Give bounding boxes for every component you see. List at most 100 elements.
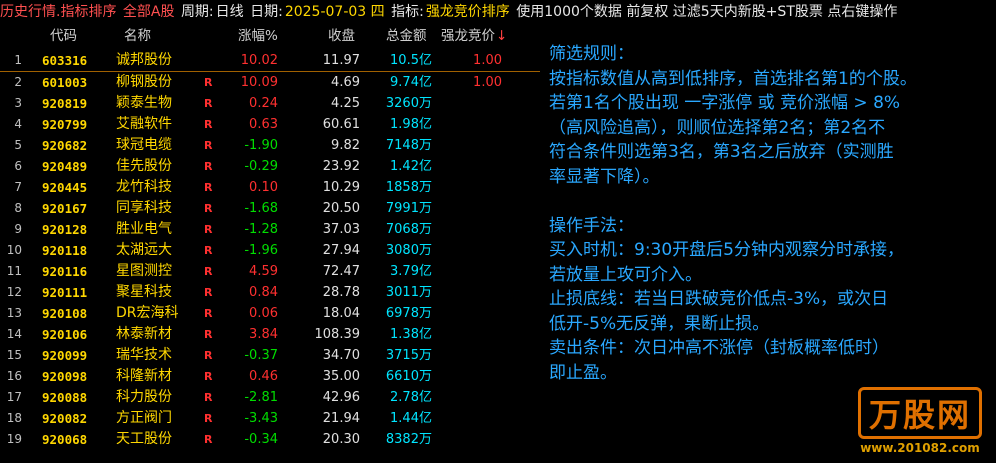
table-row[interactable]: 18 920082 方正阀门 R -3.43 21.94 1.44亿 <box>0 408 540 429</box>
row-index: 14 <box>6 327 22 341</box>
amount-value: 10.5 <box>390 53 419 68</box>
margin-flag: R <box>204 349 213 362</box>
title-bar: 历史行情.指标排序 全部A股 周期: 日线 日期: 2025-07-03 四 指标:… <box>0 0 996 24</box>
table-row[interactable]: 2 601003 柳钢股份 R 10.09 4.69 9.74亿 1.00 <box>0 72 540 93</box>
margin-flag: R <box>204 433 213 446</box>
table-row[interactable]: 10 920118 太湖远大 R -1.96 27.94 3080万 <box>0 240 540 261</box>
amount-unit: 万 <box>418 243 432 258</box>
change-percent: -1.90 <box>244 138 278 153</box>
close-price: 37.03 <box>322 222 360 237</box>
table-row[interactable]: 4 920799 艾融软件 R 0.63 60.61 1.98亿 <box>0 114 540 135</box>
total-amount: 7991万 <box>368 198 432 219</box>
stock-code: 920819 <box>42 96 88 111</box>
change-percent: 10.09 <box>240 75 278 90</box>
operation-line: 止损底线：若当日跌破竞价低点-3%，或次日 <box>549 289 889 309</box>
stock-code: 920088 <box>42 390 88 405</box>
table-row[interactable]: 6 920489 佳先股份 R -0.29 23.92 1.42亿 <box>0 156 540 177</box>
amount-value: 2.78 <box>390 390 419 405</box>
row-index: 4 <box>14 117 22 131</box>
amount-unit: 万 <box>418 138 432 153</box>
breadcrumb[interactable]: 历史行情.指标排序 <box>0 4 116 20</box>
table-row[interactable]: 9 920128 胜业电气 R -1.28 37.03 7068万 <box>0 219 540 240</box>
rank-value: 1.00 <box>473 75 502 90</box>
stock-code: 920489 <box>42 159 88 174</box>
amount-unit: 亿 <box>418 327 432 342</box>
row-index: 15 <box>6 348 22 362</box>
total-amount: 8382万 <box>368 429 432 450</box>
change-percent: 10.02 <box>240 53 278 68</box>
table-row[interactable]: 12 920111 聚星科技 R 0.84 28.78 3011万 <box>0 282 540 303</box>
row-index: 12 <box>6 285 22 299</box>
amount-value: 1.38 <box>390 327 419 342</box>
stock-name: 科力股份 <box>116 389 172 405</box>
close-price: 35.00 <box>322 369 360 384</box>
col-code[interactable]: 代码 <box>50 26 77 46</box>
filter-line: 按指标数值从高到低排序，首选排名第1的个股。 <box>549 68 917 89</box>
stock-code: 920099 <box>42 348 88 363</box>
row-index: 10 <box>6 243 22 257</box>
row-index: 6 <box>14 159 22 173</box>
period-value[interactable]: 日线 <box>216 4 244 20</box>
stock-name: 艾融软件 <box>116 116 172 132</box>
col-amount[interactable]: 总金额 <box>386 26 427 46</box>
table-row[interactable]: 1 603316 诚邦股份 10.02 11.97 10.5亿 1.00 <box>0 50 540 72</box>
sort-desc-icon[interactable]: ↓ <box>496 26 507 46</box>
table-row[interactable]: 5 920682 球冠电缆 R -1.90 9.82 7148万 <box>0 135 540 156</box>
amount-unit: 亿 <box>418 117 432 132</box>
col-change[interactable]: 涨幅% <box>238 26 278 46</box>
close-price: 72.47 <box>322 264 360 279</box>
stock-code: 601003 <box>42 75 88 90</box>
table-row[interactable]: 7 920445 龙竹科技 R 0.10 10.29 1858万 <box>0 177 540 198</box>
change-percent: 0.06 <box>249 306 278 321</box>
table-row[interactable]: 11 920116 星图测控 R 4.59 72.47 3.79亿 <box>0 261 540 282</box>
amount-value: 3080 <box>385 243 419 258</box>
amount-value: 1.42 <box>390 159 419 174</box>
row-index: 2 <box>14 75 22 89</box>
stock-name: 瑞华技术 <box>116 347 172 363</box>
table-row[interactable]: 17 920088 科力股份 R -2.81 42.96 2.78亿 <box>0 387 540 408</box>
stock-name: 胜业电气 <box>116 221 172 237</box>
close-price: 20.50 <box>322 201 360 216</box>
options-text: 使用1000个数据 前复权 过滤5天内新股+ST股票 点右键操作 <box>516 4 898 20</box>
total-amount: 7068万 <box>368 219 432 240</box>
close-price: 11.97 <box>322 53 360 68</box>
margin-flag: R <box>204 328 213 341</box>
col-name[interactable]: 名称 <box>124 26 151 46</box>
market-selector[interactable]: 全部A股 <box>123 4 175 20</box>
change-percent: -0.29 <box>244 159 278 174</box>
amount-value: 7068 <box>385 222 419 237</box>
total-amount: 1.38亿 <box>368 324 432 345</box>
table-row[interactable]: 8 920167 同享科技 R -1.68 20.50 7991万 <box>0 198 540 219</box>
table-row[interactable]: 19 920068 天工股份 R -0.34 20.30 8382万 <box>0 429 540 450</box>
amount-unit: 亿 <box>418 53 432 68</box>
table-row[interactable]: 15 920099 瑞华技术 R -0.37 34.70 3715万 <box>0 345 540 366</box>
col-close[interactable]: 收盘 <box>328 26 355 46</box>
stock-code: 920098 <box>42 369 88 384</box>
total-amount: 1.44亿 <box>368 408 432 429</box>
operation-line: 低开-5%无反弹，果断止损。 <box>549 313 770 334</box>
row-index: 7 <box>14 180 22 194</box>
amount-value: 6610 <box>385 369 419 384</box>
total-amount: 1.98亿 <box>368 114 432 135</box>
table-row[interactable]: 14 920106 林泰新材 R 3.84 108.39 1.38亿 <box>0 324 540 345</box>
date-label: 日期: <box>250 4 283 20</box>
row-index: 11 <box>6 264 22 278</box>
row-index: 13 <box>6 306 22 320</box>
total-amount: 2.78亿 <box>368 387 432 408</box>
watermark: 万股网 www.201082.com <box>857 387 982 455</box>
col-rank[interactable]: 强龙竞价 <box>441 26 495 46</box>
date-value[interactable]: 2025-07-03 四 <box>285 4 385 20</box>
row-index: 1 <box>14 53 22 67</box>
table-row[interactable]: 13 920108 DR宏海科 R 0.06 18.04 6978万 <box>0 303 540 324</box>
close-price: 4.69 <box>331 75 360 90</box>
stock-name: 诚邦股份 <box>116 52 172 68</box>
stock-code: 920118 <box>42 243 88 258</box>
amount-unit: 亿 <box>418 264 432 279</box>
stock-code: 920445 <box>42 180 88 195</box>
indicator-value[interactable]: 强龙竞价排序 <box>426 4 510 20</box>
total-amount: 1.42亿 <box>368 156 432 177</box>
table-row[interactable]: 16 920098 科隆新材 R 0.46 35.00 6610万 <box>0 366 540 387</box>
total-amount: 3080万 <box>368 240 432 261</box>
table-row[interactable]: 3 920819 颖泰生物 R 0.24 4.25 3260万 <box>0 93 540 114</box>
margin-flag: R <box>204 307 213 320</box>
